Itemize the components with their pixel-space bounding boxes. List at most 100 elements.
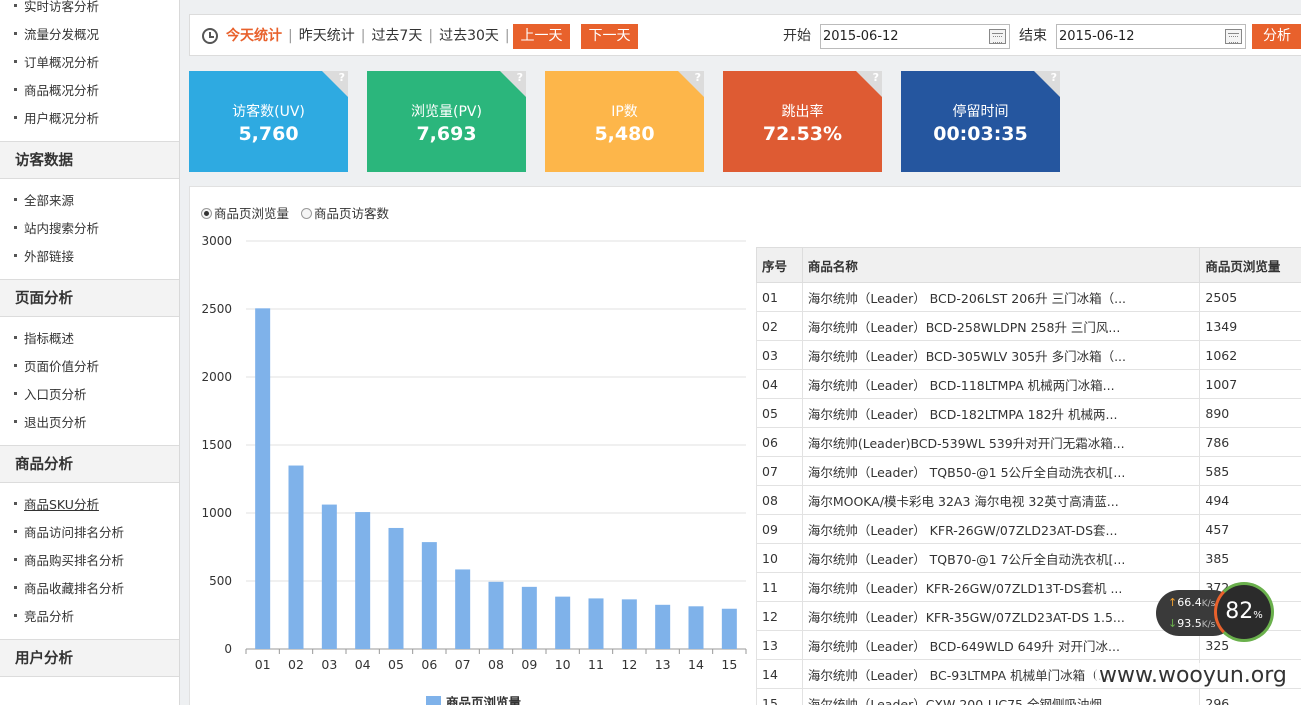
sidebar-item[interactable]: 商品概况分析 <box>14 77 179 105</box>
table-row[interactable]: 02 海尔统帅（Leader）BCD-258WLDPN 258升 三门风... 13… <box>756 311 1301 341</box>
sidebar-section-heading[interactable]: 商品分析 <box>0 445 179 483</box>
bar <box>488 581 504 649</box>
legend-swatch <box>426 696 441 705</box>
column-header[interactable]: 商品页浏览量 <box>1199 247 1301 283</box>
sidebar-item[interactable]: 站内搜索分析 <box>14 215 179 243</box>
x-tick-label: 05 <box>388 657 404 672</box>
sidebar-item[interactable]: 商品SKU分析 <box>14 491 179 519</box>
sidebar-item[interactable]: 商品收藏排名分析 <box>14 575 179 603</box>
calendar-icon[interactable] <box>1225 29 1242 44</box>
start-date-input[interactable]: 2015-06-12 <box>820 24 1010 49</box>
calendar-icon[interactable] <box>989 29 1006 44</box>
bar <box>521 586 537 649</box>
x-tick-label: 04 <box>355 657 371 672</box>
sidebar-item[interactable]: 全部来源 <box>14 187 179 215</box>
sidebar-item[interactable]: 流量分发概况 <box>14 21 179 49</box>
sidebar-item[interactable]: 商品访问排名分析 <box>14 519 179 547</box>
table-row[interactable]: 03 海尔统帅（Leader）BCD-305WLV 305升 多门冰箱（... 10… <box>756 340 1301 370</box>
analyze-button[interactable]: 分析 <box>1252 24 1301 49</box>
pageviews-cell: 2505 <box>1199 282 1301 312</box>
rank-cell: 13 <box>756 630 803 660</box>
rank-cell: 01 <box>756 282 803 312</box>
tab-today[interactable]: 今天统计 <box>226 28 282 44</box>
sidebar-item-label: 页面价值分析 <box>24 359 100 374</box>
sidebar-nav-list: 商品SKU分析 商品访问排名分析 商品购买排名分析商品收藏排名分析竞品分析 <box>0 483 179 639</box>
rank-cell: 05 <box>756 398 803 428</box>
sidebar-item[interactable]: 订单概况分析 <box>14 49 179 77</box>
end-date-input[interactable]: 2015-06-12 <box>1056 24 1246 49</box>
table-row[interactable]: 15 海尔统帅（Leader）CXW-200-LJC75 全钢侧吸油烟... 296 <box>756 688 1301 705</box>
period-tabs: 今天统计 | 昨天统计 | 过去7天 | 过去30天 | <box>226 15 516 57</box>
column-header[interactable]: 商品名称 <box>801 247 1201 283</box>
tab-last-30-days[interactable]: 过去30天 <box>439 28 499 44</box>
rank-cell: 08 <box>756 485 803 515</box>
rank-cell: 14 <box>756 659 803 689</box>
sidebar-item[interactable]: 外部链接 <box>14 243 179 271</box>
sidebar-item[interactable]: 入口页分析 <box>14 381 179 409</box>
sidebar-item[interactable]: 指标概述 <box>14 325 179 353</box>
product-name-cell[interactable]: 海尔统帅（Leader）CXW-200-LJC75 全钢侧吸油烟... <box>801 688 1201 705</box>
next-day-button[interactable]: 下一天 <box>581 24 638 49</box>
sidebar-section-heading[interactable]: 用户分析 <box>0 639 179 677</box>
radio-visitors[interactable] <box>301 208 313 219</box>
help-icon[interactable]: ? <box>339 71 345 84</box>
product-name-cell[interactable]: 海尔统帅（Leader）KFR-35GW/07ZLD23AT-DS 1.5... <box>801 601 1201 631</box>
sidebar-item[interactable]: 竞品分析 <box>14 603 179 631</box>
table-row[interactable]: 06 海尔统帅(Leader)BCD-539WL 539升对开门无霜冰箱... 78… <box>756 427 1301 457</box>
table-row[interactable]: 08 海尔MOOKA/模卡彩电 32A3 海尔电视 32英寸高清蓝... 494 <box>756 485 1301 515</box>
sidebar-item[interactable]: 页面价值分析 <box>14 353 179 381</box>
tab-yesterday[interactable]: 昨天统计 <box>299 28 355 44</box>
product-name-cell[interactable]: 海尔统帅（Leader）KFR-26GW/07ZLD13T-DS套机 ... <box>801 572 1201 602</box>
x-tick-label: 11 <box>588 657 604 672</box>
radio-visitors-label[interactable]: 商品页访客数 <box>314 206 389 221</box>
usage-percent-sign: % <box>1253 610 1263 621</box>
bullet-icon <box>14 254 17 257</box>
product-name-cell[interactable]: 海尔统帅（Leader） TQB50-@1 5公斤全自动洗衣机[... <box>801 456 1201 486</box>
product-name-cell[interactable]: 海尔MOOKA/模卡彩电 32A3 海尔电视 32英寸高清蓝... <box>801 485 1201 515</box>
product-name-cell[interactable]: 海尔统帅（Leader）BCD-305WLV 305升 多门冰箱（... <box>801 340 1201 370</box>
table-row[interactable]: 07 海尔统帅（Leader） TQB50-@1 5公斤全自动洗衣机[... 585 <box>756 456 1301 486</box>
product-name-cell[interactable]: 海尔统帅（Leader） BCD-118LTMPA 机械两门冰箱... <box>801 369 1201 399</box>
help-icon[interactable]: ? <box>873 71 879 84</box>
down-arrow-icon: ↓ <box>1168 617 1178 630</box>
bar <box>621 599 637 649</box>
tab-separator: | <box>428 28 434 44</box>
sidebar-item[interactable]: 实时访客分析 <box>14 0 179 21</box>
sidebar-section-heading[interactable]: 页面分析 <box>0 279 179 317</box>
help-icon[interactable]: ? <box>517 71 523 84</box>
bar <box>721 608 737 649</box>
table-row[interactable]: 05 海尔统帅（Leader） BCD-182LTMPA 182升 机械两... 8… <box>756 398 1301 428</box>
sidebar-item[interactable]: 退出页分析 <box>14 409 179 437</box>
product-name-cell[interactable]: 海尔统帅（Leader）BCD-258WLDPN 258升 三门风... <box>801 311 1201 341</box>
legend-label: 商品页浏览量 <box>446 695 522 705</box>
product-name-cell[interactable]: 海尔统帅（Leader） BCD-206LST 206升 三门冰箱（... <box>801 282 1201 312</box>
product-name-cell[interactable]: 海尔统帅（Leader） BCD-182LTMPA 182升 机械两... <box>801 398 1201 428</box>
table-row[interactable]: 01 海尔统帅（Leader） BCD-206LST 206升 三门冰箱（... 2… <box>756 282 1301 312</box>
radio-pageviews[interactable] <box>201 208 212 219</box>
product-name-cell[interactable]: 海尔统帅（Leader） BCD-649WLD 649升 对开门冰... <box>801 630 1201 660</box>
download-value: 93.5 <box>1177 617 1202 630</box>
tab-last-7-days[interactable]: 过去7天 <box>371 28 422 44</box>
help-icon[interactable]: ? <box>695 71 701 84</box>
sidebar-item[interactable]: 用户概况分析 <box>14 105 179 133</box>
pageviews-cell: 296 <box>1199 688 1301 705</box>
product-name-cell[interactable]: 海尔统帅（Leader） KFR-26GW/07ZLD23AT-DS套... <box>801 514 1201 544</box>
bar <box>421 542 437 649</box>
prev-day-button[interactable]: 上一天 <box>513 24 570 49</box>
rank-cell: 02 <box>756 311 803 341</box>
radio-pageviews-label[interactable]: 商品页浏览量 <box>214 206 289 221</box>
sidebar-section-heading[interactable]: 访客数据 <box>0 141 179 179</box>
product-name-cell[interactable]: 海尔统帅（Leader） TQB70-@1 7公斤全自动洗衣机[... <box>801 543 1201 573</box>
sidebar-item-label: 商品收藏排名分析 <box>24 581 125 596</box>
column-header[interactable]: 序号 <box>756 247 803 283</box>
table-row[interactable]: 09 海尔统帅（Leader） KFR-26GW/07ZLD23AT-DS套...… <box>756 514 1301 544</box>
stat-label: 浏览量(PV) <box>411 104 482 120</box>
table-row[interactable]: 04 海尔统帅（Leader） BCD-118LTMPA 机械两门冰箱... 100… <box>756 369 1301 399</box>
rank-cell: 15 <box>756 688 803 705</box>
table-row[interactable]: 10 海尔统帅（Leader） TQB70-@1 7公斤全自动洗衣机[... 385 <box>756 543 1301 573</box>
sidebar-item[interactable]: 商品购买排名分析 <box>14 547 179 575</box>
network-speed-widget[interactable]: ↑66.4K/s ↓93.5K/s 82% <box>1156 582 1274 642</box>
bullet-icon <box>14 558 17 561</box>
help-icon[interactable]: ? <box>1051 71 1057 84</box>
product-name-cell[interactable]: 海尔统帅(Leader)BCD-539WL 539升对开门无霜冰箱... <box>801 427 1201 457</box>
